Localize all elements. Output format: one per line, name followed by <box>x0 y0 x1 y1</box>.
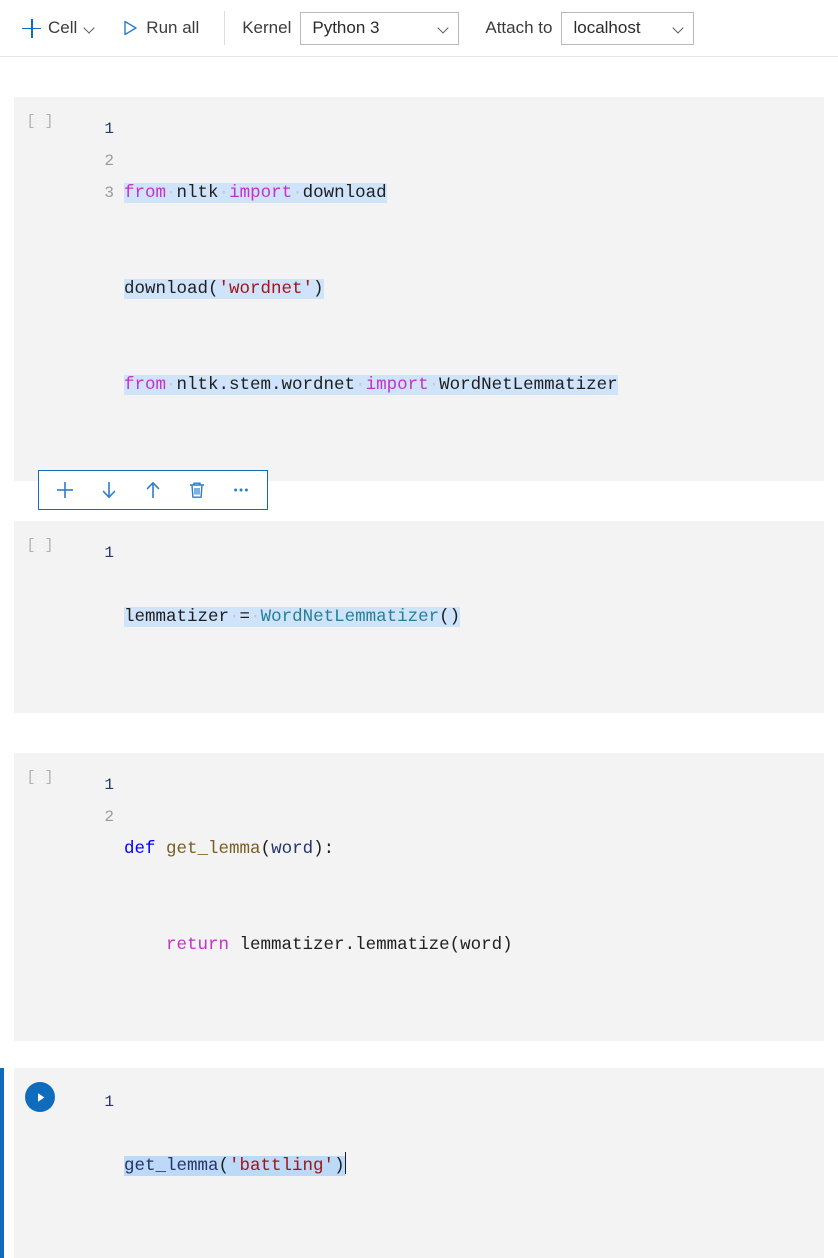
line-number-gutter: 1 2 <box>66 753 124 1041</box>
toolbar-left-group: Cell Run all <box>14 0 207 56</box>
add-cell-button[interactable]: Cell <box>14 14 103 42</box>
line-number: 1 <box>104 1093 114 1111</box>
attach-to-value: localhost <box>573 18 641 37</box>
chevron-down-icon <box>84 23 95 34</box>
kernel-group: Kernel Python 3 <box>242 0 460 56</box>
code-line: def get_lemma(word): <box>124 839 335 859</box>
kernel-select[interactable]: Python 3 <box>300 11 460 45</box>
add-cell-label: Cell <box>48 18 78 37</box>
code-cell[interactable]: [ ] 1 2 3 from·nltk·import·download down… <box>14 97 824 481</box>
run-cell-play-icon[interactable] <box>25 1082 55 1112</box>
line-number: 3 <box>104 184 114 202</box>
move-cell-up-icon[interactable] <box>131 473 175 507</box>
execution-count: [ ] <box>26 537 54 554</box>
line-number: 1 <box>104 776 114 794</box>
code-editor[interactable]: from·nltk·import·download download('word… <box>124 97 824 481</box>
code-line: lemmatizer·=·WordNetLemmatizer() <box>124 607 461 627</box>
code-line: get_lemma('battling') <box>124 1150 824 1182</box>
line-number-gutter: 1 <box>66 1068 124 1258</box>
cell-actions-toolbar <box>38 470 268 510</box>
attach-to-label: Attach to <box>485 18 553 37</box>
more-actions-icon[interactable] <box>219 473 263 507</box>
code-editor[interactable]: def get_lemma(word): return lemmatizer.l… <box>124 753 824 1041</box>
line-number: 1 <box>104 120 114 138</box>
line-number: 2 <box>104 808 114 826</box>
run-all-button[interactable]: Run all <box>113 14 207 42</box>
line-number: 1 <box>104 544 114 562</box>
text-cursor <box>344 1152 347 1174</box>
chevron-down-icon <box>673 23 684 34</box>
code-line: from·nltk.stem.wordnet·import·WordNetLem… <box>124 375 618 395</box>
move-cell-down-icon[interactable] <box>87 473 131 507</box>
code-editor[interactable]: lemmatizer·=·WordNetLemmatizer() <box>124 521 824 713</box>
toolbar-divider <box>224 11 226 45</box>
code-line: return lemmatizer.lemmatize(word) <box>166 935 513 955</box>
code-cell[interactable]: [ ] 1 2 def get_lemma(word): return lemm… <box>14 753 824 1041</box>
code-line: download('wordnet') <box>124 279 324 299</box>
code-cell[interactable]: [ ] 1 lemmatizer·=·WordNetLemmatizer() <box>14 521 824 713</box>
attach-group: Attach to localhost <box>485 0 695 56</box>
add-cell-icon[interactable] <box>43 473 87 507</box>
code-editor[interactable]: get_lemma('battling') <box>124 1068 824 1258</box>
execution-count: [ ] <box>26 113 54 130</box>
kernel-value: Python 3 <box>312 18 380 37</box>
chevron-down-icon <box>438 23 449 34</box>
execution-count: [ ] <box>26 769 54 786</box>
code-line: from·nltk·import·download <box>124 183 387 203</box>
notebook-toolbar: Cell Run all Kernel Python 3 Attach to l… <box>0 0 838 57</box>
delete-cell-icon[interactable] <box>175 473 219 507</box>
plus-icon <box>22 18 41 38</box>
kernel-label: Kernel <box>242 18 292 37</box>
line-number-gutter: 1 <box>66 521 124 713</box>
run-all-label: Run all <box>146 18 200 37</box>
line-number: 2 <box>104 152 114 170</box>
active-code-cell[interactable]: 1 get_lemma('battling') 'battling' <box>0 1068 824 1258</box>
run-cell-button[interactable] <box>14 1068 66 1258</box>
attach-to-select[interactable]: localhost <box>561 11 695 45</box>
line-number-gutter: 1 2 3 <box>66 97 124 481</box>
active-cell-editor-row[interactable]: 1 get_lemma('battling') <box>14 1068 824 1258</box>
play-triangle-icon <box>121 19 139 37</box>
notebook-body: [ ] 1 2 3 from·nltk·import·download down… <box>0 57 838 1258</box>
